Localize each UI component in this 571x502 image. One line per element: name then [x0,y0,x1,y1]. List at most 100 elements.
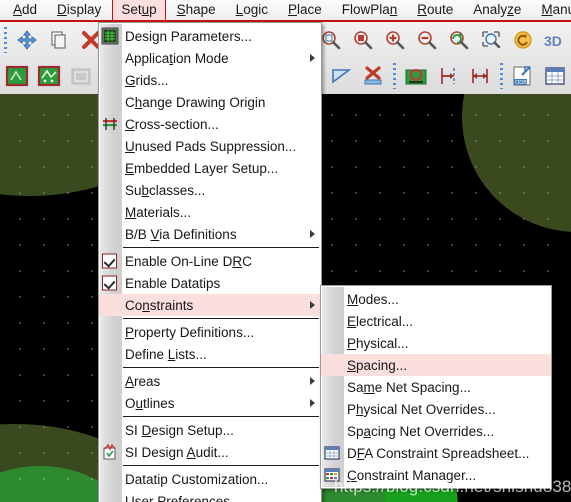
menu-item-label: Areas [125,373,161,389]
shape-delete-icon[interactable] [358,61,388,91]
menu-display[interactable]: Display [48,0,110,21]
svg-text:3D: 3D [544,33,562,49]
menu-item-embedded-layer-setup[interactable]: Embedded Layer Setup... [99,157,321,179]
menu-item-label: Materials... [125,204,192,220]
3d-view-icon[interactable]: 3D [540,25,570,55]
menu-item-outlines[interactable]: Outlines [99,392,321,414]
chevron-right-icon [310,54,315,62]
toolbar-separator [4,27,7,53]
constraints-submenu: Modes... Electrical... Physical... Spaci… [320,285,552,489]
menu-item-label: Constraint Manager... [347,467,477,483]
toolbar-separator [393,63,396,89]
submenu-item-spacing-net-overrides[interactable]: Spacing Net Overrides... [321,420,551,442]
submenu-item-physical[interactable]: Physical... [321,332,551,354]
menu-manufacture[interactable]: Manufacture [532,0,571,21]
menu-setup[interactable]: Setup [112,0,166,21]
menu-item-label: User Preferences... [125,493,242,502]
menu-item-change-drawing-origin[interactable]: Change Drawing Origin [99,91,321,113]
cross-section-icon [101,115,119,133]
zoom-in-icon[interactable] [380,25,410,55]
menu-item-label: Enable Datatips [125,275,221,291]
submenu-item-dfa-constraint-spreadsheet[interactable]: DFA Constraint Spreadsheet... [321,442,551,464]
shape-polygon-icon[interactable] [326,61,356,91]
menu-item-constraints[interactable]: Constraints [99,294,321,316]
menu-item-label: Physical... [347,335,409,351]
menu-logic[interactable]: Logic [227,0,277,21]
chevron-right-icon [310,377,315,385]
menu-item-property-definitions[interactable]: Property Definitions... [99,321,321,343]
menu-item-enable-on-line-drc[interactable]: Enable On-Line DRC [99,250,321,272]
submenu-item-spacing[interactable]: Spacing... [321,354,551,376]
shape-add-rect-icon[interactable] [2,61,32,91]
zoom-by-points-icon[interactable] [348,25,378,55]
menu-item-label: Unused Pads Suppression... [125,138,297,154]
menu-item-subclasses[interactable]: Subclasses... [99,179,321,201]
menu-shape[interactable]: Shape [168,0,225,21]
menu-analyze[interactable]: Analyze [464,0,530,21]
chevron-right-icon [310,399,315,407]
menu-item-materials[interactable]: Materials... [99,201,321,223]
menu-place[interactable]: Place [279,0,331,21]
design-params-icon [101,27,119,45]
menu-item-bb-via-definitions[interactable]: B/B Via Definitions [99,223,321,245]
copy-icon[interactable] [44,25,74,55]
zoom-selection-icon[interactable] [476,25,506,55]
menu-item-si-design-audit[interactable]: SI Design Audit... [99,441,321,463]
menu-item-datatip-customization[interactable]: Datatip Customization... [99,468,321,490]
submenu-item-electrical[interactable]: Electrical... [321,310,551,332]
shape-blank-icon[interactable] [66,61,96,91]
menu-item-areas[interactable]: Areas [99,370,321,392]
menu-flowplan[interactable]: FlowPlan [333,0,407,21]
menu-item-label: Design Parameters... [125,28,252,44]
menu-item-label: Same Net Spacing... [347,379,471,395]
menu-item-cross-section[interactable]: Cross-section... [99,113,321,135]
dimension-start-icon[interactable] [433,61,463,91]
cm-sheet-icon [323,466,341,484]
odb-export-icon[interactable]: ODB [508,61,538,91]
menu-item-label: DFA Constraint Spreadsheet... [347,445,530,461]
menu-item-define-lists[interactable]: Define Lists... [99,343,321,365]
menu-item-label: B/B Via Definitions [125,226,237,242]
menu-item-label: Subclasses... [125,182,206,198]
menu-item-application-mode[interactable]: Application Mode [99,47,321,69]
submenu-item-same-net-spacing[interactable]: Same Net Spacing... [321,376,551,398]
menu-item-label: Datatip Customization... [125,471,269,487]
menu-item-label: Physical Net Overrides... [347,401,496,417]
submenu-item-physical-net-overrides[interactable]: Physical Net Overrides... [321,398,551,420]
si-audit-icon [101,443,119,461]
submenu-item-constraint-manager[interactable]: Constraint Manager... [321,464,551,486]
checkbox-checked-icon[interactable] [102,253,117,269]
constraint-area-icon[interactable] [401,61,431,91]
menu-item-label: Spacing Net Overrides... [347,423,495,439]
move-icon[interactable] [12,25,42,55]
menu-item-label: Application Mode [125,50,229,66]
menu-item-design-parameters[interactable]: Design Parameters... [99,25,321,47]
allegro-pcb-editor-window: 3D ODB Add Display Setup Shape Logic Pla… [0,0,571,502]
dimension-linear-icon[interactable] [465,61,495,91]
chevron-right-icon [310,230,315,238]
undo-icon[interactable] [508,25,538,55]
menu-item-user-preferences[interactable]: User Preferences... [99,490,321,502]
menu-route[interactable]: Route [408,0,462,21]
menu-item-label: Change Drawing Origin [125,94,266,110]
menu-item-si-design-setup[interactable]: SI Design Setup... [99,419,321,441]
menu-item-label: Electrical... [347,313,414,329]
menu-item-label: Property Definitions... [125,324,255,340]
menu-item-grids[interactable]: Grids... [99,69,321,91]
menu-item-label: SI Design Audit... [125,444,229,460]
menu-item-enable-datatips[interactable]: Enable Datatips [99,272,321,294]
menu-item-label: Spacing... [347,357,408,373]
zoom-previous-icon[interactable] [444,25,474,55]
zoom-out-icon[interactable] [412,25,442,55]
menu-item-unused-pads-suppression[interactable]: Unused Pads Suppression... [99,135,321,157]
spreadsheet-icon[interactable] [540,61,570,91]
menu-item-label: Constraints [125,297,194,313]
menu-item-label: SI Design Setup... [125,422,234,438]
submenu-item-modes[interactable]: Modes... [321,288,551,310]
shape-edit-icon[interactable] [34,61,64,91]
dfa-sheet-icon [323,444,341,462]
toolbar-separator [500,63,503,89]
checkbox-checked-icon[interactable] [102,275,117,291]
menu-add[interactable]: Add [4,0,46,21]
menu-item-label: Cross-section... [125,116,219,132]
